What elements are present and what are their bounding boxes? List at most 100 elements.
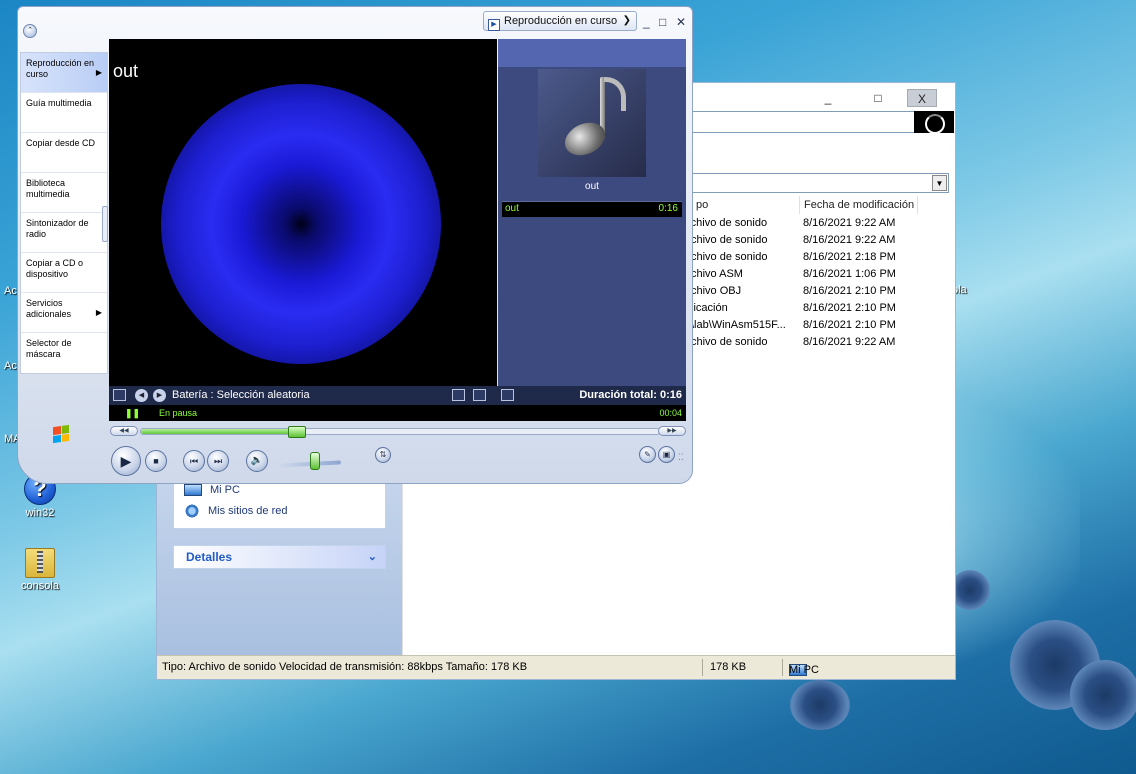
- seek-track[interactable]: [140, 426, 660, 438]
- file-modified: 8/16/2021 2:18 PM: [803, 251, 896, 263]
- column-header-modified[interactable]: Fecha de modificación: [800, 196, 918, 214]
- task-radio-tuner[interactable]: Sintonizador de radio: [21, 213, 107, 253]
- minimize-button[interactable]: _: [643, 15, 650, 29]
- file-type: chivo de sonido: [691, 251, 768, 263]
- file-row[interactable]: rchivo de sonido 8/16/2021 9:22 AM: [687, 217, 917, 234]
- file-row[interactable]: licación 8/16/2021 2:10 PM: [687, 302, 917, 319]
- task-label: Selector de máscara: [26, 338, 72, 359]
- file-row[interactable]: chivo de sonido 8/16/2021 9:22 AM: [687, 234, 917, 251]
- task-now-playing[interactable]: Reproducción en curso ▶: [21, 53, 107, 93]
- volume-slider-thumb[interactable]: [310, 452, 320, 470]
- file-row[interactable]: chivo de sonido 8/16/2021 9:22 AM: [687, 336, 917, 353]
- column-header-type[interactable]: po: [692, 196, 800, 214]
- chevron-down-icon: ⌄: [367, 551, 377, 563]
- elapsed-time: 00:04: [659, 408, 682, 418]
- play-button[interactable]: ▶: [111, 446, 141, 476]
- wallpaper-flower: [1070, 660, 1136, 730]
- close-button[interactable]: X: [907, 89, 937, 107]
- zip-folder-icon: [25, 548, 55, 578]
- previous-visualization-button[interactable]: ◀: [135, 389, 148, 402]
- file-modified: 8/16/2021 9:22 AM: [803, 234, 896, 246]
- seek-bar[interactable]: ◀◀ ▶▶: [110, 425, 686, 438]
- close-button[interactable]: ✕: [676, 15, 686, 29]
- resize-grip-icon[interactable]: ⁚⁚: [678, 452, 684, 463]
- file-row[interactable]: chivo ASM 8/16/2021 1:06 PM: [687, 268, 917, 285]
- maximize-button[interactable]: □: [863, 89, 893, 107]
- file-modified: 8/16/2021 1:06 PM: [803, 268, 896, 280]
- media-title: out: [113, 61, 139, 81]
- previous-button[interactable]: ⏮: [183, 450, 205, 472]
- view-dropdown[interactable]: ▼: [687, 173, 949, 193]
- status-location-label: Mi PC: [789, 664, 819, 676]
- feature-taskbar: Reproducción en curso ▶ Guía multimedia C…: [20, 52, 108, 374]
- task-label: Sintonizador de radio: [26, 218, 89, 239]
- seek-thumb[interactable]: [288, 426, 306, 438]
- playlist-pane-header: [498, 39, 686, 67]
- taskbar-collapse-handle[interactable]: [102, 206, 108, 242]
- playlist-item-duration: 0:16: [658, 203, 678, 214]
- windows-logo-icon: [53, 424, 69, 444]
- file-type: chivo de sonido: [691, 234, 768, 246]
- chevron-down-icon[interactable]: ▼: [932, 175, 947, 191]
- network-places-link[interactable]: Mis sitios de red: [174, 500, 385, 522]
- shuffle-button[interactable]: ⇅: [375, 447, 391, 463]
- task-premium-services[interactable]: Servicios adicionales ▶: [21, 293, 107, 333]
- mute-button[interactable]: 🔈: [246, 450, 268, 472]
- task-label: Servicios adicionales: [26, 298, 72, 319]
- skin-mode-button[interactable]: ▣: [658, 446, 675, 463]
- file-type: chivo de sonido: [691, 336, 768, 348]
- task-skin-chooser[interactable]: Selector de máscara: [21, 333, 107, 373]
- file-type: rchivo de sonido: [687, 217, 768, 229]
- file-modified: 8/16/2021 9:22 AM: [803, 217, 896, 229]
- resize-icon[interactable]: [473, 389, 486, 401]
- playlist-item-title: out: [505, 203, 519, 214]
- file-modified: 8/16/2021 2:10 PM: [803, 285, 896, 297]
- equalizer-button[interactable]: ✎: [639, 446, 656, 463]
- details-panel-header[interactable]: Detalles ⌄: [173, 545, 386, 569]
- file-type: \lab\WinAsm515F...: [691, 319, 786, 331]
- player-menu-button[interactable]: ⌃: [23, 24, 37, 38]
- desktop-icon-label-partial[interactable]: Ac: [4, 360, 17, 372]
- address-field[interactable]: [687, 111, 915, 133]
- stop-button[interactable]: ■: [145, 450, 167, 472]
- task-label: Copiar a CD o dispositivo: [26, 258, 84, 279]
- file-row[interactable]: chivo OBJ 8/16/2021 2:10 PM: [687, 285, 917, 302]
- desktop-icon-consola[interactable]: consola: [10, 548, 70, 592]
- wallpaper-flower: [950, 570, 990, 610]
- desktop-icon-label-partial[interactable]: Ac: [4, 285, 17, 297]
- visualization-area[interactable]: out: [109, 39, 497, 386]
- details-title: Detalles: [186, 550, 233, 564]
- playback-status: En pausa: [159, 408, 198, 418]
- chevron-down-icon: ❯: [622, 15, 631, 26]
- task-media-guide[interactable]: Guía multimedia: [21, 93, 107, 133]
- file-modified: 8/16/2021 2:10 PM: [803, 319, 896, 331]
- fullscreen-icon[interactable]: [452, 389, 465, 401]
- album-art[interactable]: [538, 69, 646, 177]
- status-info: Tipo: Archivo de sonido Velocidad de tra…: [162, 661, 528, 673]
- explorer-content-gap: [402, 473, 582, 655]
- rewind-button[interactable]: ◀◀: [110, 426, 138, 436]
- toggle-visualization-icon[interactable]: [113, 389, 126, 401]
- seek-progress: [141, 429, 297, 434]
- visualization-name: Batería : Selección aleatoria: [172, 389, 310, 401]
- next-visualization-button[interactable]: ▶: [153, 389, 166, 402]
- next-button[interactable]: ⏭: [207, 450, 229, 472]
- visualization-control-strip: ◀ ▶ Batería : Selección aleatoria Duraci…: [109, 386, 686, 405]
- now-playing-dropdown[interactable]: ▶ Reproducción en curso ❯: [483, 11, 637, 31]
- task-copy-to-cd[interactable]: Copiar a CD o dispositivo: [21, 253, 107, 293]
- file-row[interactable]: chivo de sonido 8/16/2021 2:18 PM: [687, 251, 917, 268]
- task-media-library[interactable]: Biblioteca multimedia: [21, 173, 107, 213]
- windows-throbber-icon: [914, 111, 954, 134]
- fast-forward-button[interactable]: ▶▶: [658, 426, 686, 436]
- minimize-button[interactable]: _: [813, 89, 843, 107]
- playlist-toggle-icon[interactable]: [501, 389, 514, 401]
- status-bar: Tipo: Archivo de sonido Velocidad de tra…: [157, 655, 955, 679]
- computer-icon: [184, 484, 202, 496]
- playlist-pane: out out 0:16: [498, 39, 686, 386]
- maximize-button[interactable]: □: [659, 15, 666, 29]
- playlist-item[interactable]: out 0:16: [502, 201, 682, 217]
- file-row[interactable]: \lab\WinAsm515F... 8/16/2021 2:10 PM: [687, 319, 917, 336]
- task-copy-from-cd[interactable]: Copiar desde CD: [21, 133, 107, 173]
- task-label: Biblioteca multimedia: [26, 178, 70, 199]
- status-size: 178 KB: [710, 661, 747, 673]
